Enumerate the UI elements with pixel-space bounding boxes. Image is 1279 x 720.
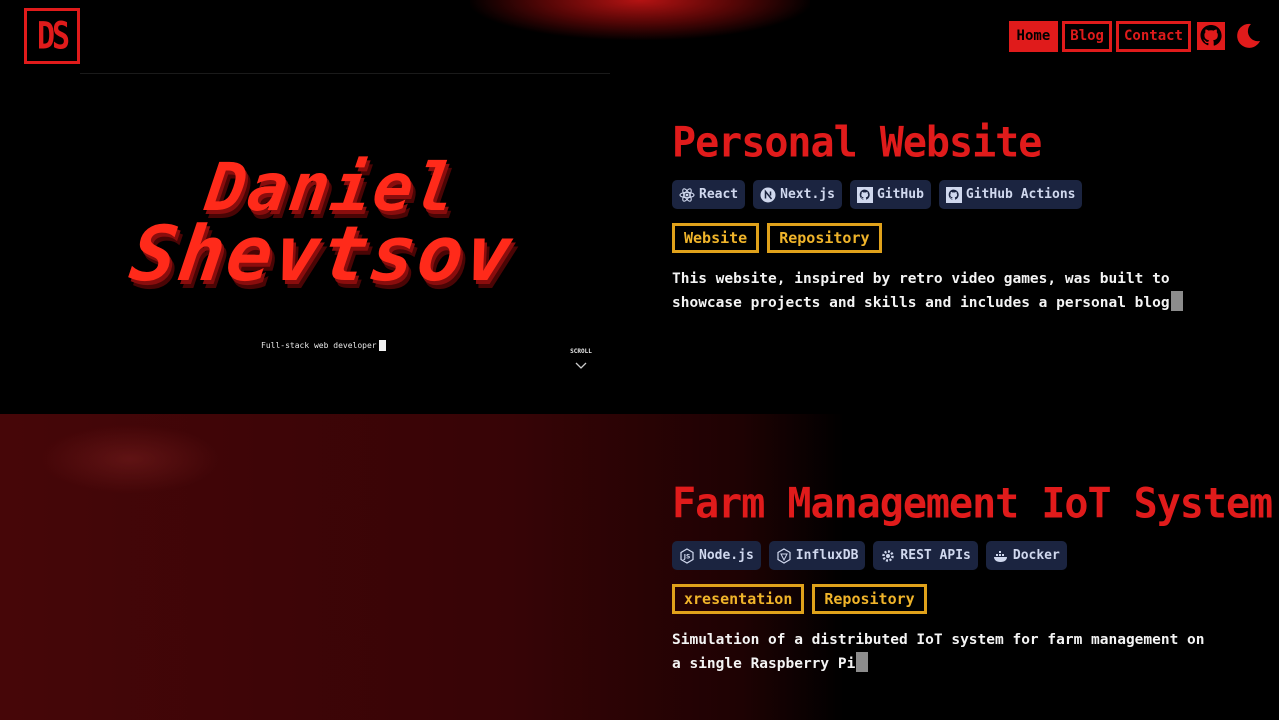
tag-label: InfluxDB <box>795 548 859 563</box>
moon-icon[interactable] <box>1231 20 1263 52</box>
nav-blog-link[interactable]: Blog <box>1062 20 1112 52</box>
tag-docker: Docker <box>985 541 1067 570</box>
description-line: showcase projects and skills and include… <box>672 295 1170 311</box>
react-icon <box>679 187 695 202</box>
cursor-icon <box>1170 291 1183 311</box>
tag-label: Node.js <box>699 548 754 563</box>
tag-influxdb: InfluxDB <box>768 541 866 570</box>
preview-scroll-hint: SCROLL <box>570 348 592 374</box>
github-icon[interactable] <box>1195 20 1227 52</box>
preview-subtitle-text: Full-stack web developer <box>261 341 377 350</box>
tag-github: GitHub <box>849 180 931 209</box>
main-nav: Home Blog Contact <box>1008 20 1263 52</box>
tech-tags: React Next.js GitHub GitHub Actions <box>672 180 1183 209</box>
description-line: a single Raspberry Pi <box>672 656 856 672</box>
nextjs-icon <box>760 187 776 202</box>
project-links: Website Repository <box>672 223 1183 253</box>
preview-name-last: Shevtsov <box>125 209 520 298</box>
tag-label: REST APIs <box>900 548 971 563</box>
project-farm-iot: Farm Management IoT System JS Node.js In… <box>0 414 1279 720</box>
project-links: xresentation Repository <box>672 584 1272 614</box>
tag-rest-apis: REST APIs <box>873 541 978 570</box>
tag-react: React <box>672 180 746 209</box>
gear-icon <box>882 549 895 562</box>
project-preview-image[interactable]: Daniel Shevtsov Full-stack web developer… <box>0 73 650 413</box>
scroll-label: SCROLL <box>570 348 592 355</box>
repository-link-button[interactable]: Repository <box>767 223 882 253</box>
influxdb-icon <box>777 547 791 564</box>
tag-nextjs: Next.js <box>753 180 842 209</box>
project-description: Simulation of a distributed IoT system f… <box>672 628 1272 676</box>
tag-github-actions: GitHub Actions <box>938 180 1083 209</box>
preview-subtitle: Full-stack web developer <box>261 340 386 351</box>
cursor-icon <box>856 652 869 672</box>
website-link-button[interactable]: Website <box>672 223 760 253</box>
docker-icon <box>993 550 1007 562</box>
preview-divider <box>80 73 610 74</box>
github-icon <box>945 186 962 203</box>
tag-label: Docker <box>1012 548 1060 563</box>
github-icon <box>856 186 873 203</box>
tag-label: GitHub <box>876 187 924 202</box>
project-personal-website: Daniel Shevtsov Full-stack web developer… <box>0 53 1279 413</box>
description-line: This website, inspired by retro video ga… <box>672 271 1170 287</box>
repository-link-button[interactable]: Repository <box>812 584 927 614</box>
nodejs-icon: JS <box>680 547 694 564</box>
logo-text: DS <box>36 14 70 58</box>
nav-contact-link[interactable]: Contact <box>1115 20 1191 52</box>
header-glow <box>470 0 810 40</box>
cursor-icon <box>378 340 386 351</box>
project-info: Personal Website React Next.js GitHub Gi… <box>672 118 1183 315</box>
project-title: Personal Website <box>672 118 1042 168</box>
tag-label: Next.js <box>780 187 835 202</box>
chevron-down-icon <box>575 362 587 369</box>
project-info: Farm Management IoT System JS Node.js In… <box>672 479 1273 676</box>
tag-label: GitHub Actions <box>965 187 1076 202</box>
presentation-link-button[interactable]: xresentation <box>672 584 805 614</box>
svg-text:JS: JS <box>683 553 691 560</box>
tag-label: React <box>699 187 739 202</box>
project-title: Farm Management IoT System <box>672 479 1273 529</box>
tag-nodejs: JS Node.js <box>672 541 761 570</box>
preview-image-placeholder[interactable] <box>40 424 220 494</box>
preview-hero-name: Daniel Shevtsov <box>83 149 572 298</box>
project-description: This website, inspired by retro video ga… <box>672 267 1183 315</box>
nav-home-link[interactable]: Home <box>1008 20 1059 52</box>
description-line: Simulation of a distributed IoT system f… <box>672 632 1205 648</box>
tech-tags: JS Node.js InfluxDB REST APIs Docker <box>672 541 1272 570</box>
